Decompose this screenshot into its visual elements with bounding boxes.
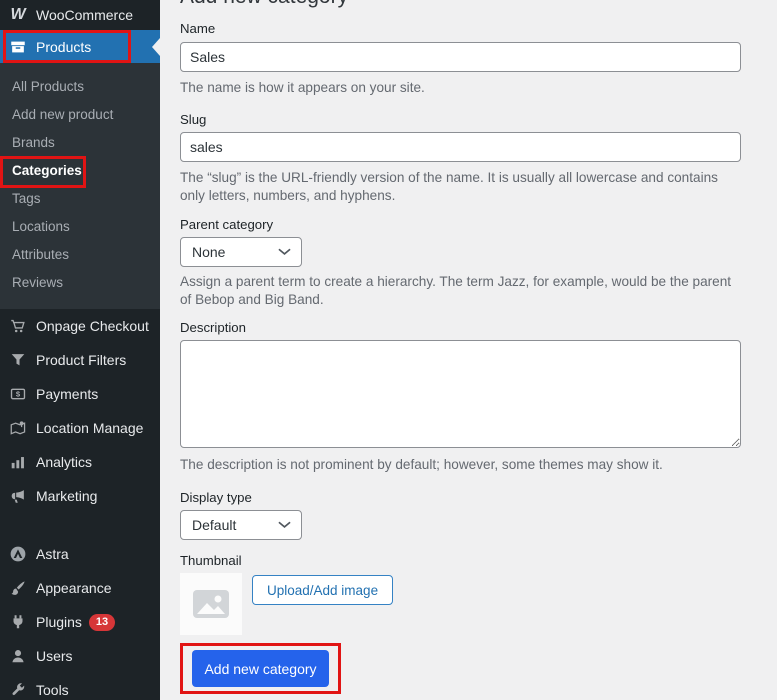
astra-logo-icon bbox=[8, 544, 28, 564]
menu-separator bbox=[0, 513, 160, 537]
sidebar-item-label: Payments bbox=[36, 386, 99, 402]
thumbnail-placeholder bbox=[180, 573, 242, 635]
admin-sidebar: W WooCommerce Products All Products Add … bbox=[0, 0, 160, 700]
user-icon bbox=[8, 646, 28, 666]
upload-add-image-button[interactable]: Upload/Add image bbox=[252, 575, 394, 605]
sidebar-item-marketing[interactable]: Marketing bbox=[0, 479, 160, 513]
sidebar-item-label: Tools bbox=[36, 682, 69, 698]
parent-category-selected-value: None bbox=[192, 244, 226, 260]
description-textarea[interactable] bbox=[180, 340, 741, 448]
display-type-field: Display type Default bbox=[180, 491, 741, 540]
slug-field: Slug The “slug” is the URL-friendly vers… bbox=[180, 113, 741, 205]
page-title-clipped: Add new category bbox=[180, 0, 741, 8]
sidebar-item-appearance[interactable]: Appearance bbox=[0, 571, 160, 605]
sidebar-item-brands[interactable]: Brands bbox=[0, 129, 160, 157]
main-content: Add new category Name The name is how it… bbox=[160, 0, 777, 700]
chevron-down-icon bbox=[278, 521, 291, 528]
sidebar-item-payments[interactable]: $ Payments bbox=[0, 377, 160, 411]
sidebar-item-add-new-product[interactable]: Add new product bbox=[0, 101, 160, 129]
products-submenu: All Products Add new product Brands Cate… bbox=[0, 63, 160, 309]
slug-help-text: The “slug” is the URL-friendly version o… bbox=[180, 170, 718, 203]
chevron-down-icon bbox=[278, 248, 291, 255]
wrench-icon bbox=[8, 680, 28, 700]
map-pin-icon bbox=[8, 418, 28, 438]
sidebar-item-locations[interactable]: Locations bbox=[0, 213, 160, 241]
sidebar-item-all-products[interactable]: All Products bbox=[0, 73, 160, 101]
description-help-text: The description is not prominent by defa… bbox=[180, 457, 663, 472]
cart-icon bbox=[8, 316, 28, 336]
bar-chart-icon bbox=[8, 452, 28, 472]
sidebar-item-label: Astra bbox=[36, 546, 69, 562]
sidebar-item-label: Products bbox=[36, 38, 92, 55]
sidebar-item-users[interactable]: Users bbox=[0, 639, 160, 673]
woocommerce-icon: W bbox=[10, 6, 26, 23]
products-icon bbox=[8, 37, 28, 57]
sidebar-item-label: Product Filters bbox=[36, 352, 127, 368]
thumbnail-label: Thumbnail bbox=[180, 553, 242, 568]
sidebar-item-tags[interactable]: Tags bbox=[0, 185, 160, 213]
filter-icon bbox=[8, 350, 28, 370]
payments-icon: $ bbox=[8, 384, 28, 404]
sidebar-item-reviews[interactable]: Reviews bbox=[0, 269, 160, 297]
display-type-select[interactable]: Default bbox=[180, 510, 302, 540]
sidebar-item-product-filters[interactable]: Product Filters bbox=[0, 343, 160, 377]
sidebar-item-label: Onpage Checkout bbox=[36, 318, 149, 334]
display-type-selected-value: Default bbox=[192, 517, 237, 533]
selected-item-arrow bbox=[152, 37, 160, 56]
sidebar-item-attributes[interactable]: Attributes bbox=[0, 241, 160, 269]
sidebar-item-label: Plugins bbox=[36, 614, 82, 630]
sidebar-item-label: Users bbox=[36, 648, 73, 664]
sidebar-item-label: Marketing bbox=[36, 488, 98, 504]
image-placeholder-icon bbox=[193, 590, 229, 618]
name-help-text: The name is how it appears on your site. bbox=[180, 80, 425, 95]
parent-category-select[interactable]: None bbox=[180, 237, 302, 267]
sidebar-item-plugins[interactable]: Plugins 13 bbox=[0, 605, 160, 639]
sidebar-item-tools[interactable]: Tools bbox=[0, 673, 160, 700]
sidebar-item-location-manage[interactable]: Location Manage bbox=[0, 411, 160, 445]
brush-icon bbox=[8, 578, 28, 598]
sidebar-item-products[interactable]: Products bbox=[0, 30, 160, 63]
plugin-icon bbox=[8, 612, 28, 632]
name-field: Name The name is how it appears on your … bbox=[180, 22, 741, 97]
name-input[interactable] bbox=[180, 42, 741, 72]
description-field: Description The description is not promi… bbox=[180, 321, 741, 474]
parent-category-field: Parent category None Assign a parent ter… bbox=[180, 218, 741, 309]
svg-text:$: $ bbox=[16, 390, 21, 399]
sidebar-item-astra[interactable]: Astra bbox=[0, 537, 160, 571]
add-new-category-button[interactable]: Add new category bbox=[192, 650, 329, 687]
plugins-count-badge: 13 bbox=[88, 613, 116, 631]
megaphone-icon bbox=[8, 486, 28, 506]
sidebar-item-onpage-checkout[interactable]: Onpage Checkout bbox=[0, 309, 160, 343]
parent-category-label: Parent category bbox=[180, 217, 274, 232]
slug-input[interactable] bbox=[180, 132, 741, 162]
parent-category-help-text: Assign a parent term to create a hierarc… bbox=[180, 274, 732, 307]
page-title: Add new category bbox=[180, 0, 741, 8]
sidebar-item-analytics[interactable]: Analytics bbox=[0, 445, 160, 479]
display-type-label: Display type bbox=[180, 490, 252, 505]
annotation-box-add-new-category: Add new category bbox=[180, 643, 341, 694]
sidebar-item-label: Location Manage bbox=[36, 420, 144, 436]
thumbnail-row: Upload/Add image bbox=[180, 573, 741, 635]
slug-label: Slug bbox=[180, 112, 207, 127]
thumbnail-field: Thumbnail Upload/Add image bbox=[180, 554, 741, 635]
woocommerce-admin-screen: W WooCommerce Products All Products Add … bbox=[0, 0, 777, 700]
sidebar-item-label: Analytics bbox=[36, 454, 93, 470]
sidebar-item-label: WooCommerce bbox=[36, 7, 133, 23]
name-label: Name bbox=[180, 21, 216, 36]
sidebar-item-woocommerce[interactable]: W WooCommerce bbox=[0, 0, 160, 30]
sidebar-item-label: Appearance bbox=[36, 580, 112, 596]
sidebar-item-categories[interactable]: Categories bbox=[0, 157, 160, 185]
description-label: Description bbox=[180, 320, 246, 335]
